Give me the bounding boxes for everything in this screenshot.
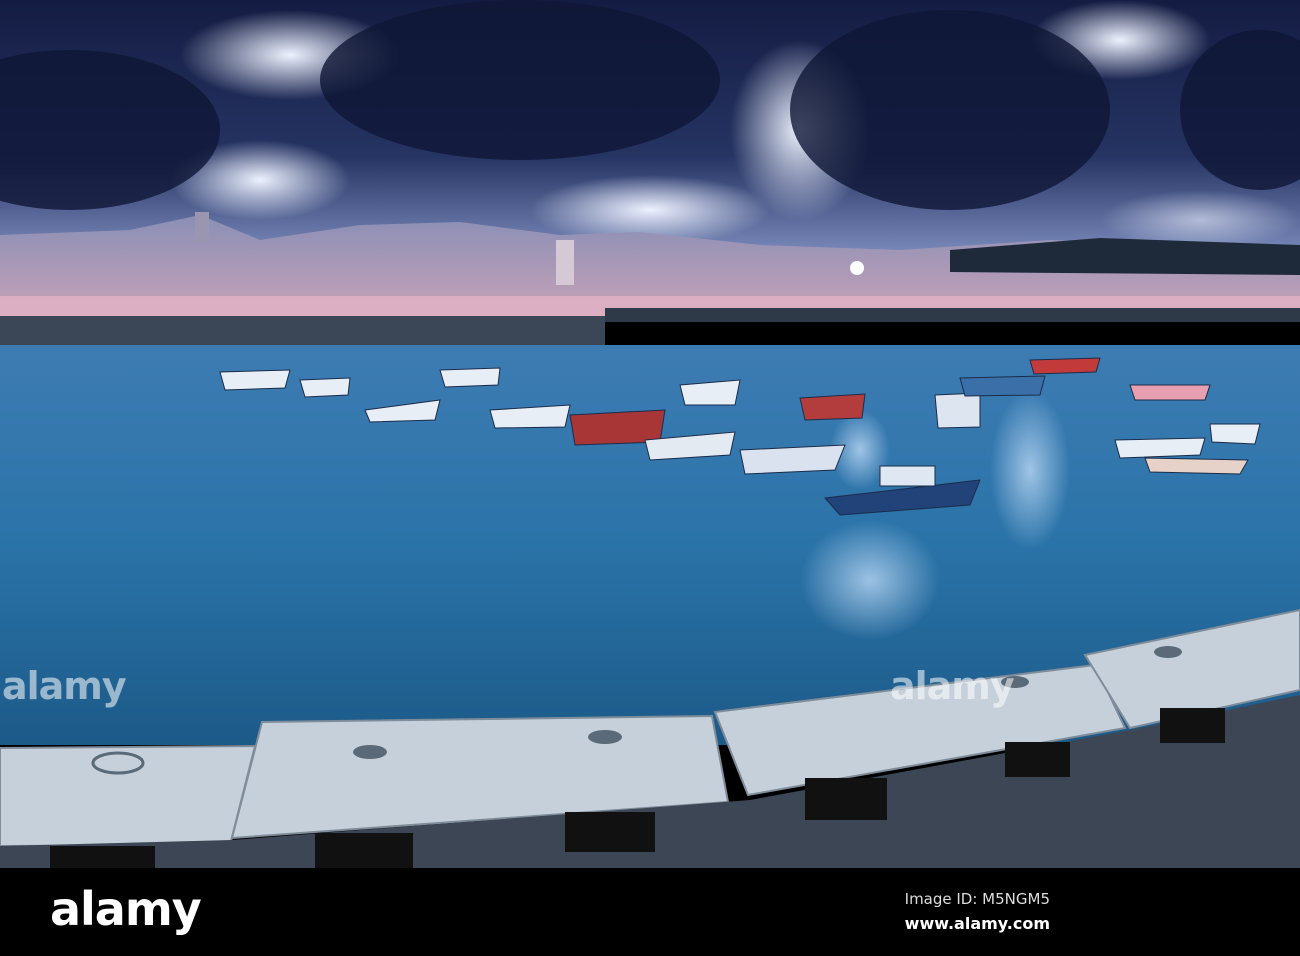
church-tower bbox=[195, 212, 209, 242]
image-id-label: Image ID: M5NGM5 bbox=[904, 890, 1050, 908]
harbour-photo bbox=[0, 0, 1300, 868]
pier-pontoon bbox=[605, 308, 1300, 322]
photo-frame: alamy alamy alamy Image ID: M5NGM5 www.a… bbox=[0, 0, 1300, 956]
watermark-logo-overlay: alamy bbox=[2, 664, 127, 708]
alamy-logo: alamy bbox=[50, 882, 202, 936]
watermark-footer: alamy Image ID: M5NGM5 www.alamy.com bbox=[0, 868, 1300, 956]
watermark-logo-overlay-2: alamy bbox=[890, 664, 1015, 708]
clock-tower bbox=[556, 240, 574, 285]
site-url: www.alamy.com bbox=[904, 914, 1050, 933]
